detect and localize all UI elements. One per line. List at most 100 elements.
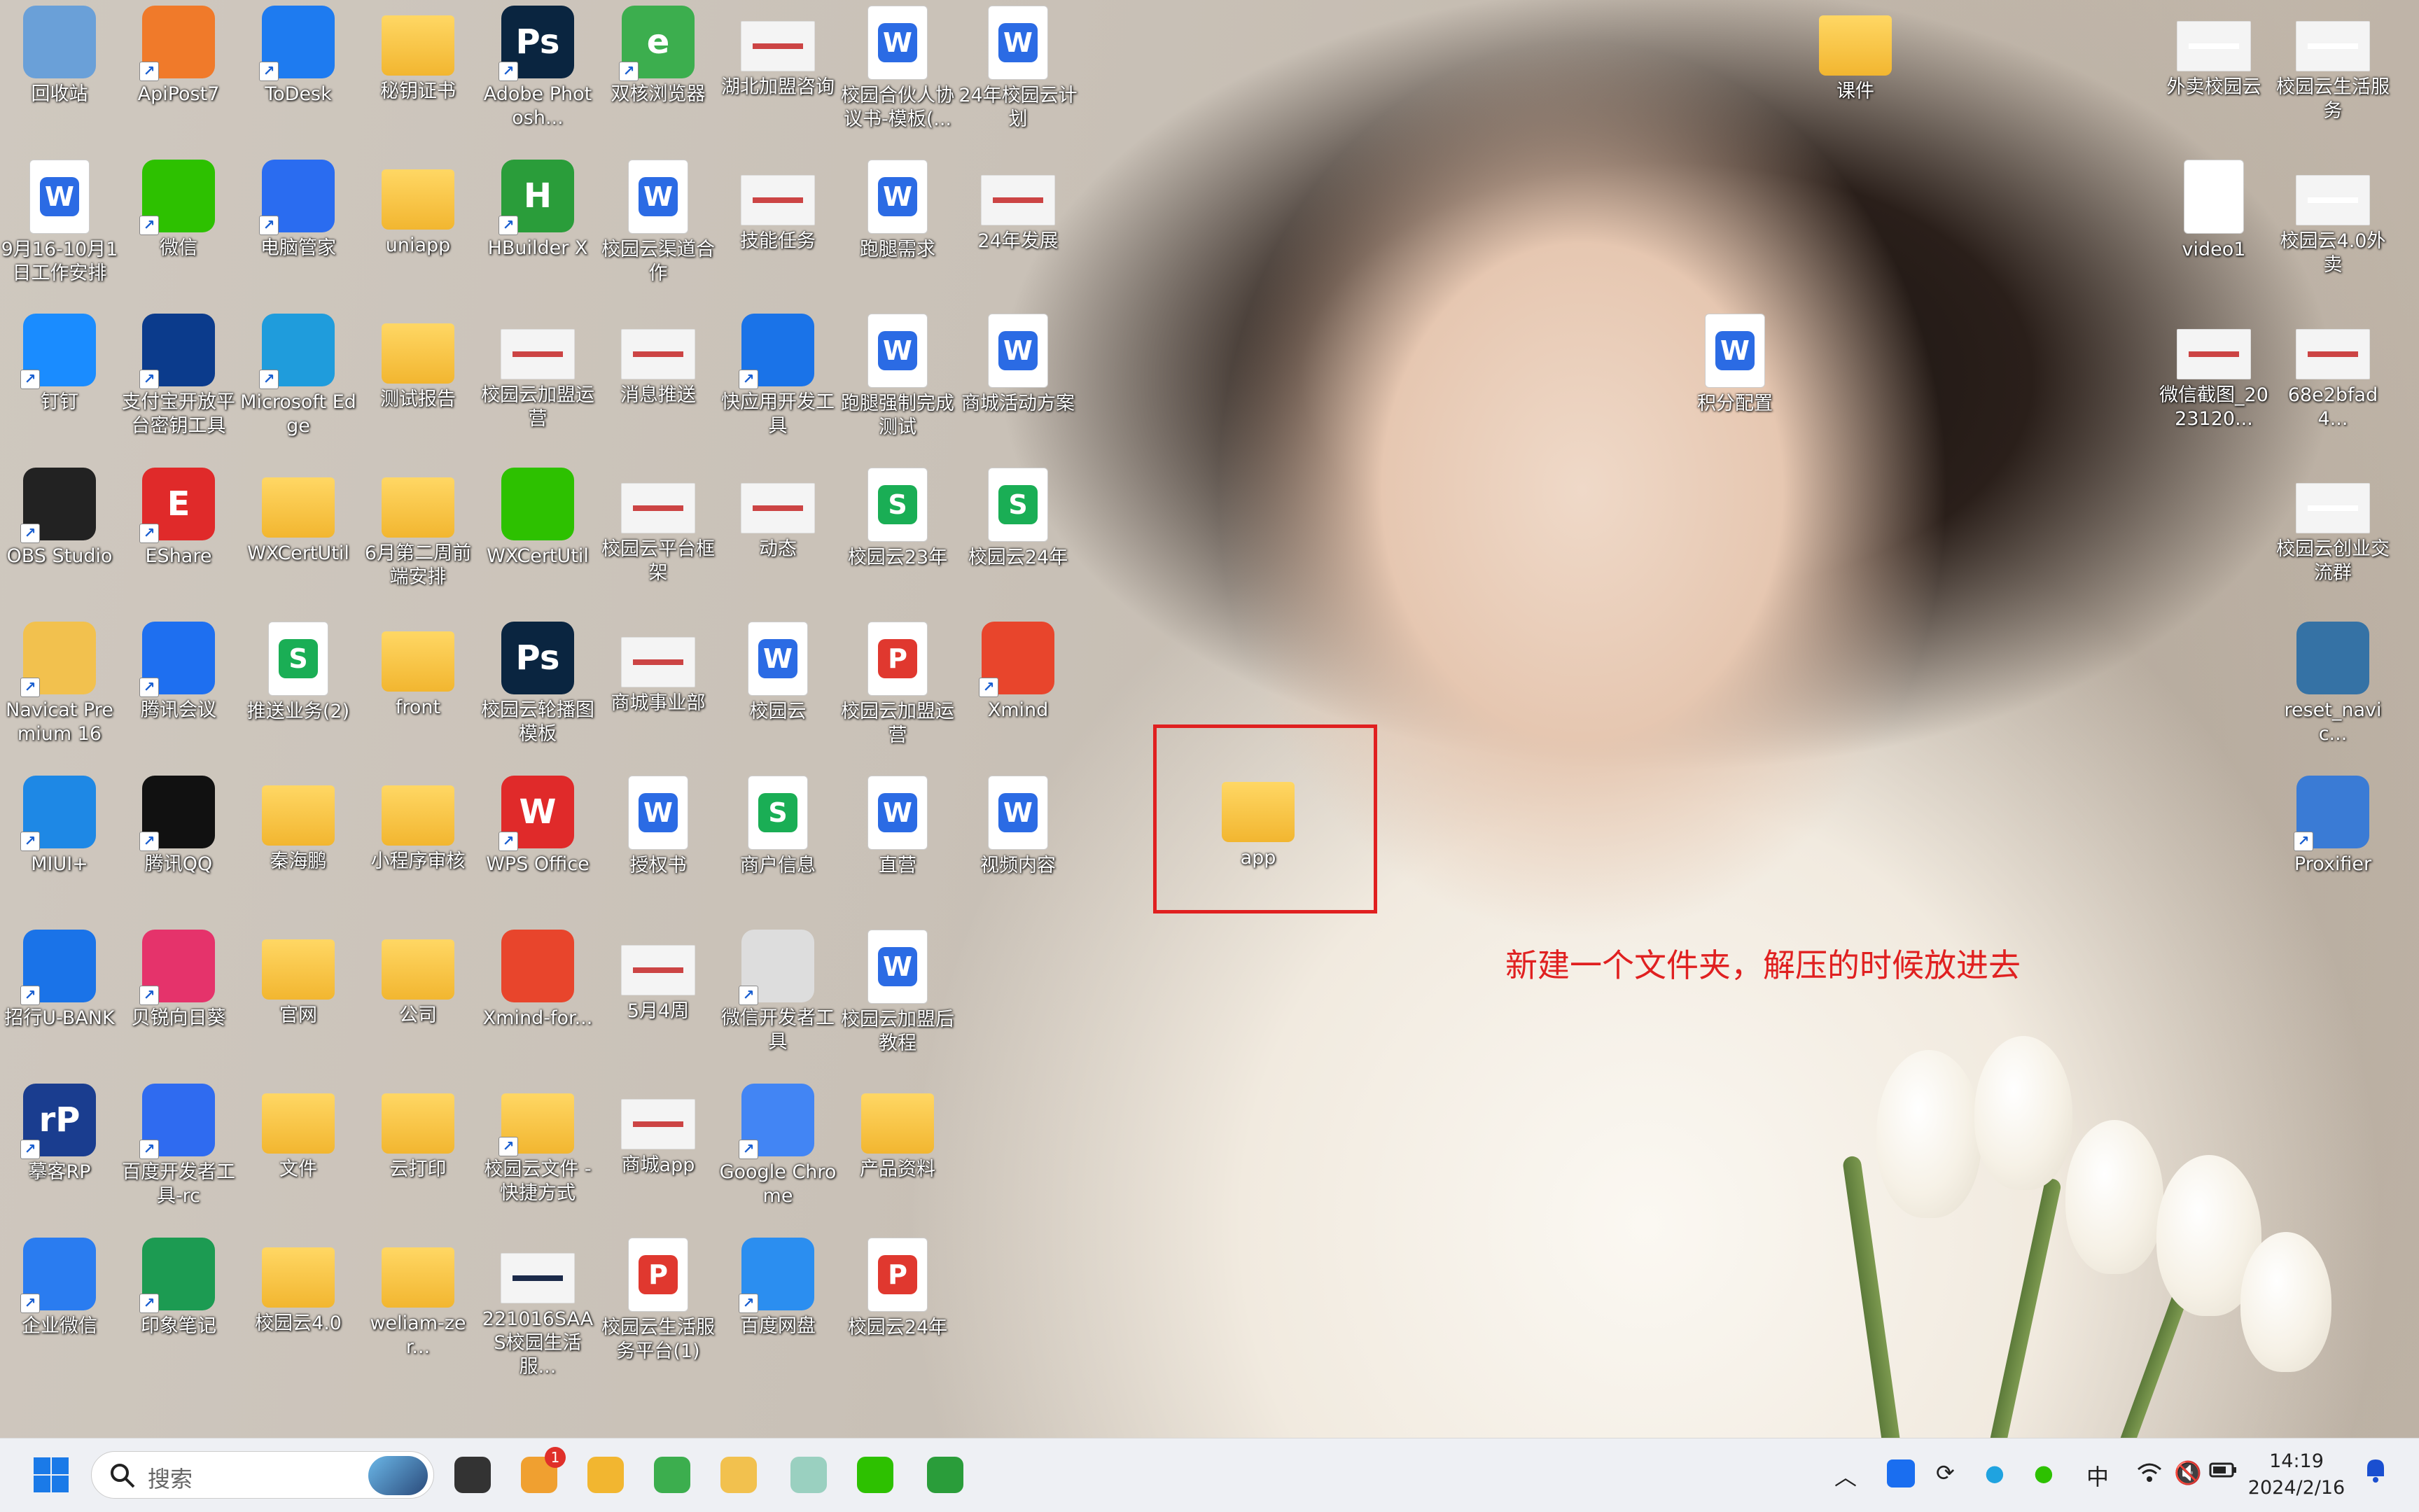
desktop-icon[interactable]: ↗ Xmind xyxy=(958,616,1078,722)
desktop-icon[interactable]: W ↗ WPS Office xyxy=(478,770,597,876)
desktop-icon[interactable]: WXCertUtil xyxy=(239,462,358,566)
desktop-icon[interactable]: 技能任务 xyxy=(718,154,837,253)
battery-icon[interactable] xyxy=(2209,1460,2237,1486)
desktop-icon[interactable]: ↗ Microsoft Edge xyxy=(239,308,358,438)
input-method-indicator[interactable]: 中 xyxy=(2086,1460,2109,1492)
desktop-icon[interactable]: WXCertUtil xyxy=(478,462,597,568)
desktop-icon[interactable]: ↗ 快应用开发工具 xyxy=(718,308,837,438)
desktop-icon[interactable]: e ↗ 双核浏览器 xyxy=(599,0,718,106)
desktop-icon[interactable]: 文件 xyxy=(239,1078,358,1182)
taskbar-app-button[interactable] xyxy=(714,1454,763,1496)
desktop-icon[interactable]: 5月4周 xyxy=(599,924,718,1023)
desktop-icon[interactable]: ↗ 贝锐向日葵 xyxy=(119,924,238,1030)
desktop-icon[interactable]: 外卖校园云 xyxy=(2154,0,2273,99)
desktop-icon[interactable]: Xmind-for... xyxy=(478,924,597,1030)
volume-muted-icon[interactable]: 🔇 xyxy=(2174,1460,2202,1486)
desktop-icon[interactable]: W 积分配置 xyxy=(1675,308,1794,416)
desktop-icon[interactable]: 商城app xyxy=(599,1078,718,1177)
desktop-icon[interactable]: ↗ 钉钉 xyxy=(0,308,119,414)
desktop-icon[interactable]: W 校园合伙人协议书-模板(... xyxy=(838,0,957,132)
desktop-icon[interactable]: ↗ 微信开发者工具 xyxy=(718,924,837,1054)
taskbar-app-button[interactable] xyxy=(921,1454,970,1496)
desktop-icon[interactable]: 秦海鹏 xyxy=(239,770,358,874)
desktop-icon[interactable]: video1 xyxy=(2154,154,2273,262)
desktop-icon[interactable]: 微信截图_2023120... xyxy=(2154,308,2273,431)
desktop-icon[interactable]: 221016SAAS校园生活服... xyxy=(478,1232,597,1379)
desktop-icon[interactable]: ↗ Navicat Premium 16 xyxy=(0,616,119,746)
desktop-icon[interactable]: W 视频内容 xyxy=(958,770,1078,878)
desktop-icon[interactable]: reset_navic... xyxy=(2273,616,2392,746)
desktop-icon[interactable]: W 商城活动方案 xyxy=(958,308,1078,416)
taskbar-app-button[interactable] xyxy=(581,1454,630,1496)
show-hidden-icons-chevron-icon[interactable]: ︿ xyxy=(1834,1460,1857,1492)
desktop-icon[interactable]: 校园云创业交流群 xyxy=(2273,462,2392,585)
taskbar-app-button[interactable] xyxy=(448,1454,497,1496)
desktop-icon[interactable]: ↗ 招行U-BANK xyxy=(0,924,119,1030)
taskbar-app-button[interactable]: 1 xyxy=(515,1447,566,1496)
desktop-icon[interactable]: 秘钥证书 xyxy=(358,0,477,104)
sync-icon[interactable]: ⟳ xyxy=(1936,1460,1955,1486)
desktop-icon[interactable]: ↗ 百度开发者工具-rc xyxy=(119,1078,238,1208)
desktop-icon[interactable]: ↗ 腾讯QQ xyxy=(119,770,238,876)
desktop-icon[interactable]: front xyxy=(358,616,477,720)
desktop-icon[interactable]: 校园云4.0外卖 xyxy=(2273,154,2392,277)
desktop-icon[interactable]: 公司 xyxy=(358,924,477,1028)
desktop-icon[interactable]: 24年发展 xyxy=(958,154,1078,253)
desktop-icon[interactable]: 测试报告 xyxy=(358,308,477,412)
desktop-icon[interactable]: 校园云平台框架 xyxy=(599,462,718,585)
desktop-icon[interactable]: 动态 xyxy=(718,462,837,561)
desktop-icon[interactable]: 校园云4.0 xyxy=(239,1232,358,1336)
desktop-icon[interactable]: 课件 xyxy=(1796,0,1915,104)
desktop-icon[interactable]: 消息推送 xyxy=(599,308,718,407)
taskbar-clock[interactable]: 14:19 2024/2/16 xyxy=(2233,1448,2359,1502)
desktop-icon[interactable]: P 校园云加盟运营 xyxy=(838,616,957,748)
desktop-icon[interactable]: W 24年校园云计划 xyxy=(958,0,1078,132)
desktop-icon[interactable]: weliam-zer... xyxy=(358,1232,477,1359)
desktop-icon[interactable]: 商城事业部 xyxy=(599,616,718,715)
desktop-icon[interactable]: Ps ↗ Adobe Photosh... xyxy=(478,0,597,130)
desktop-icon[interactable]: 校园云生活服务 xyxy=(2273,0,2392,123)
taskbar-app-button[interactable] xyxy=(784,1454,833,1496)
desktop-icon[interactable]: P 校园云24年 xyxy=(838,1232,957,1340)
desktop-icon[interactable]: W 跑腿需求 xyxy=(838,154,957,262)
desktop-icon[interactable]: ↗ 企业微信 xyxy=(0,1232,119,1338)
desktop-icon[interactable]: W 直营 xyxy=(838,770,957,878)
desktop-icon[interactable]: rP ↗ 摹客RP xyxy=(0,1078,119,1184)
desktop-icon[interactable]: ↗ Proxifier xyxy=(2273,770,2392,876)
desktop-icon[interactable]: 校园云加盟运营 xyxy=(478,308,597,431)
desktop-icon[interactable]: 回收站 xyxy=(0,0,119,106)
desktop-icon[interactable]: ↗ 微信 xyxy=(119,154,238,260)
desktop-icon[interactable]: E ↗ EShare xyxy=(119,462,238,568)
taskbar-search-box[interactable]: 搜索 xyxy=(91,1451,434,1499)
desktop-icon[interactable]: W 9月16-10月1日工作安排 xyxy=(0,154,119,286)
wifi-icon[interactable] xyxy=(2135,1460,2163,1490)
start-button[interactable] xyxy=(27,1454,76,1496)
tray-wechat-icon[interactable]: ● xyxy=(2034,1460,2054,1486)
desktop-icon[interactable]: W 授权书 xyxy=(599,770,718,878)
desktop-icon[interactable]: P 校园云生活服务平台(1) xyxy=(599,1232,718,1364)
desktop-icon[interactable]: 湖北加盟咨询 xyxy=(718,0,837,99)
desktop-icon[interactable]: uniapp xyxy=(358,154,477,258)
desktop-icon[interactable]: ↗ ToDesk xyxy=(239,0,358,106)
desktop-icon[interactable]: S 推送业务(2) xyxy=(239,616,358,724)
desktop-icon[interactable]: ↗ 百度网盘 xyxy=(718,1232,837,1338)
desktop-icon[interactable]: 小程序审核 xyxy=(358,770,477,874)
desktop-icon[interactable]: 产品资料 xyxy=(838,1078,957,1182)
taskbar-app-button[interactable] xyxy=(648,1454,697,1496)
desktop-icon[interactable]: ↗ Google Chrome xyxy=(718,1078,837,1208)
desktop-icon[interactable]: 云打印 xyxy=(358,1078,477,1182)
desktop-icon[interactable]: 6月第二周前端安排 xyxy=(358,462,477,589)
desktop-icon[interactable]: ↗ 支付宝开放平台密钥工具 xyxy=(119,308,238,438)
desktop-icon[interactable]: ↗ 印象笔记 xyxy=(119,1232,238,1338)
desktop-icon[interactable]: ↗ 电脑管家 xyxy=(239,154,358,260)
tray-app-icon[interactable] xyxy=(1887,1460,1915,1488)
desktop-icon[interactable]: W 校园云加盟后教程 xyxy=(838,924,957,1056)
desktop-icon[interactable]: S 校园云23年 xyxy=(838,462,957,570)
tray-network-app-icon[interactable]: ● xyxy=(1985,1460,2005,1486)
desktop-icon[interactable]: W 校园云 xyxy=(718,616,837,724)
desktop-icon[interactable]: S 校园云24年 xyxy=(958,462,1078,570)
notification-bell-icon[interactable] xyxy=(2363,1457,2388,1490)
desktop-icon[interactable]: H ↗ HBuilder X xyxy=(478,154,597,260)
desktop-icon[interactable]: ↗ 腾讯会议 xyxy=(119,616,238,722)
desktop-icon[interactable]: 68e2bfad4... xyxy=(2273,308,2392,431)
